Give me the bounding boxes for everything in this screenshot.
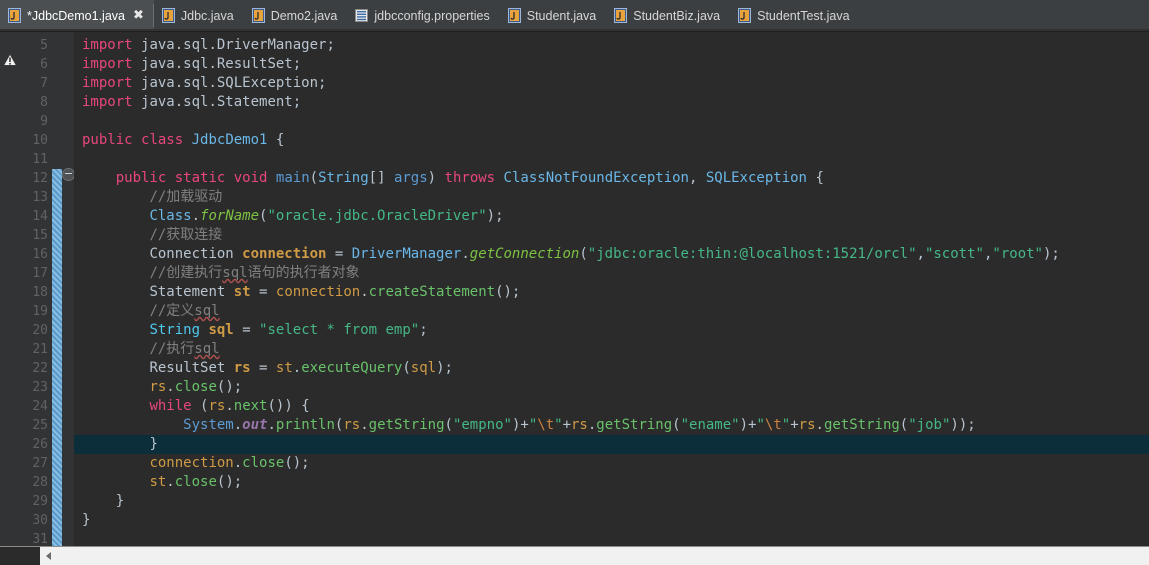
line-number: 17	[32, 266, 48, 281]
line-number: 25	[32, 418, 48, 433]
line-number: 11	[32, 152, 48, 167]
tab-label: StudentTest.java	[757, 8, 850, 23]
code-editor[interactable]: 5 6 7 8 9 10 11 12 13 14 15 16 17 18 19 …	[0, 32, 1149, 546]
java-file-icon	[507, 8, 521, 23]
code-line-13[interactable]: //加载驱动	[74, 188, 1149, 207]
code-line-17[interactable]: //创建执行sql语句的执行者对象	[74, 264, 1149, 283]
code-line-8[interactable]: import java.sql.Statement;	[74, 93, 1149, 112]
change-indicator-bar[interactable]	[52, 32, 62, 546]
code-line-15[interactable]: //获取连接	[74, 226, 1149, 245]
code-line-18[interactable]: Statement st = connection.createStatemen…	[74, 283, 1149, 302]
tab-label: *JdbcDemo1.java	[27, 8, 125, 23]
scroll-left-arrow-icon[interactable]	[46, 552, 51, 560]
java-file-icon	[614, 8, 628, 23]
tab-label: StudentBiz.java	[633, 8, 721, 23]
code-folding-column[interactable]	[62, 32, 75, 546]
code-line-23[interactable]: rs.close();	[74, 378, 1149, 397]
code-line-5[interactable]: import java.sql.DriverManager;	[74, 36, 1149, 55]
code-line-20[interactable]: String sql = "select * from emp";	[74, 321, 1149, 340]
code-line-29[interactable]: }	[74, 492, 1149, 511]
changed-lines-chunk	[52, 169, 62, 546]
line-number: 28	[32, 475, 48, 490]
line-number: 10	[32, 133, 48, 148]
line-number: 6	[40, 57, 48, 72]
code-line-26[interactable]: }	[74, 435, 1149, 454]
line-number: 19	[32, 304, 48, 319]
line-number: 29	[32, 494, 48, 509]
properties-file-icon	[355, 9, 369, 22]
line-number: 15	[32, 228, 48, 243]
close-icon[interactable]: ✖	[133, 9, 144, 22]
tab-jdbc-java[interactable]: Jdbc.java	[154, 0, 244, 31]
line-number: 21	[32, 342, 48, 357]
line-number: 7	[40, 76, 48, 91]
code-line-24[interactable]: while (rs.next()) {	[74, 397, 1149, 416]
code-line-31[interactable]	[74, 530, 1149, 546]
code-line-6[interactable]: import java.sql.ResultSet;	[74, 55, 1149, 74]
line-number: 16	[32, 247, 48, 262]
code-line-19[interactable]: //定义sql	[74, 302, 1149, 321]
line-number: 5	[40, 38, 48, 53]
java-file-icon	[8, 8, 21, 23]
tab-jdbcdemo1-java[interactable]: *JdbcDemo1.java ✖	[0, 0, 154, 31]
line-number: 24	[32, 399, 48, 414]
code-line-7[interactable]: import java.sql.SQLException;	[74, 74, 1149, 93]
tab-label: Jdbc.java	[180, 8, 234, 23]
tab-student-java[interactable]: Student.java	[500, 0, 607, 31]
line-number: 27	[32, 456, 48, 471]
code-line-30[interactable]: }	[74, 511, 1149, 530]
line-number-gutter: 5 6 7 8 9 10 11 12 13 14 15 16 17 18 19 …	[20, 32, 52, 546]
java-file-icon	[161, 8, 175, 23]
tab-label: Student.java	[526, 8, 597, 23]
line-number: 13	[32, 190, 48, 205]
java-file-icon	[251, 8, 265, 23]
line-number: 30	[32, 513, 48, 528]
warning-icon[interactable]	[2, 52, 18, 68]
line-number: 26	[32, 437, 48, 452]
line-number: 14	[32, 209, 48, 224]
code-line-22[interactable]: ResultSet rs = st.executeQuery(sql);	[74, 359, 1149, 378]
tab-demo2-java[interactable]: Demo2.java	[244, 0, 348, 31]
code-line-16[interactable]: Connection connection = DriverManager.ge…	[74, 245, 1149, 264]
annotation-marker-column[interactable]	[0, 32, 20, 546]
editor-tab-bar[interactable]: *JdbcDemo1.java ✖ Jdbc.java Demo2.java j…	[0, 0, 1149, 32]
code-line-9[interactable]	[74, 112, 1149, 131]
code-line-12[interactable]: public static void main(String[] args) t…	[74, 169, 1149, 188]
tab-label: jdbcconfig.properties	[374, 8, 490, 23]
tab-studentbiz-java[interactable]: StudentBiz.java	[606, 0, 730, 31]
tab-bar-underline	[0, 29, 1149, 31]
code-text-area[interactable]: import java.sql.DriverManager; import ja…	[74, 32, 1149, 546]
tab-studenttest-java[interactable]: StudentTest.java	[730, 0, 859, 31]
line-number: 12	[32, 171, 48, 186]
line-number: 8	[40, 95, 48, 110]
line-number: 22	[32, 361, 48, 376]
code-line-10[interactable]: public class JdbcDemo1 {	[74, 131, 1149, 150]
line-number: 20	[32, 323, 48, 338]
code-line-28[interactable]: st.close();	[74, 473, 1149, 492]
java-file-icon	[738, 8, 752, 23]
tab-label: Demo2.java	[270, 8, 338, 23]
code-line-25[interactable]: System.out.println(rs.getString("empno")…	[74, 416, 1149, 435]
line-number: 18	[32, 285, 48, 300]
code-line-14[interactable]: Class.forName("oracle.jdbc.OracleDriver"…	[74, 207, 1149, 226]
bottom-left-filler	[0, 547, 40, 565]
horizontal-scroll-bar[interactable]	[0, 546, 1149, 565]
line-number: 31	[32, 532, 48, 546]
code-line-27[interactable]: connection.close();	[74, 454, 1149, 473]
line-number: 9	[40, 114, 48, 129]
code-line-11[interactable]	[74, 150, 1149, 169]
tab-jdbcconfig-properties[interactable]: jdbcconfig.properties	[347, 0, 499, 31]
code-line-21[interactable]: //执行sql	[74, 340, 1149, 359]
line-number: 23	[32, 380, 48, 395]
